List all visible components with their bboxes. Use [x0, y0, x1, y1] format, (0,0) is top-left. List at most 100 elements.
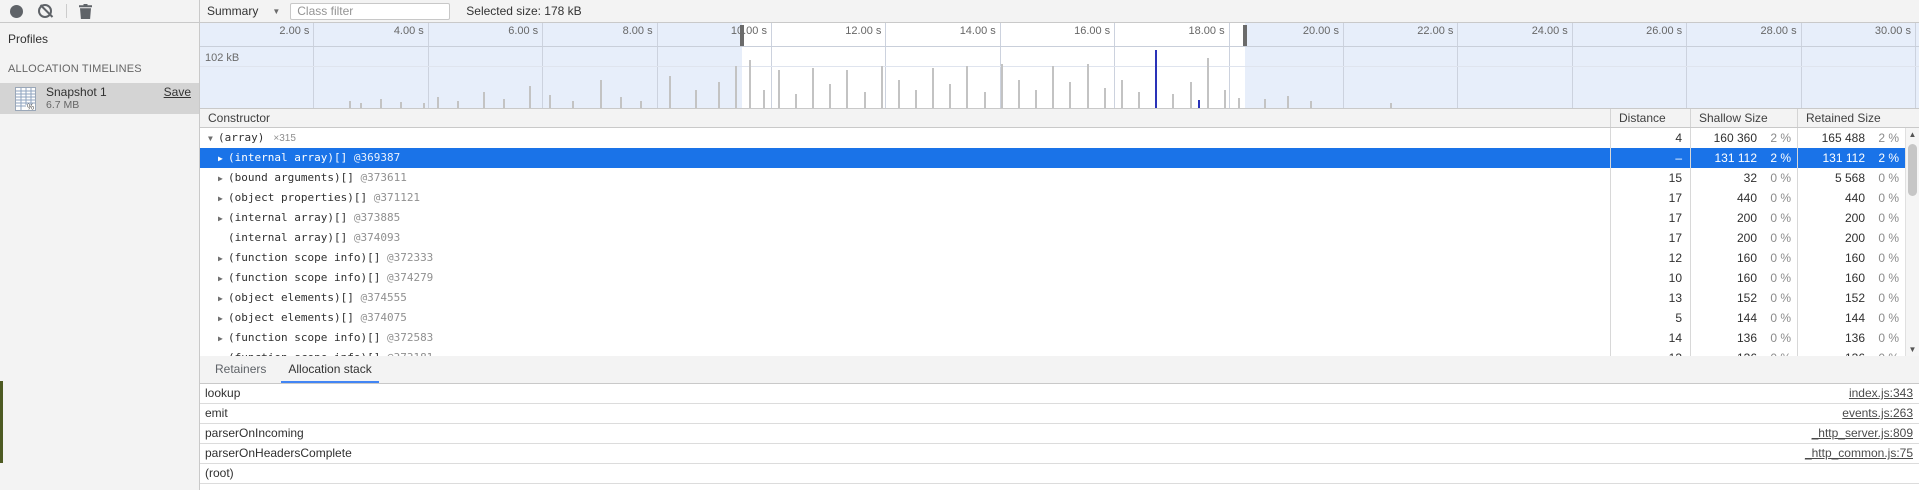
retained-size-value: 1360 % — [1797, 348, 1905, 356]
allocation-bar — [1035, 90, 1037, 108]
allocation-bar — [669, 76, 671, 108]
tree-collapsed-icon[interactable]: ▶ — [218, 309, 228, 329]
allocation-bar — [949, 84, 951, 108]
tree-collapsed-icon[interactable]: ▶ — [218, 169, 228, 189]
allocation-bar — [1121, 80, 1123, 108]
object-id: @369387 — [347, 151, 400, 164]
allocation-bar — [915, 90, 917, 108]
record-icon[interactable] — [10, 5, 23, 18]
save-link[interactable]: Save — [164, 85, 191, 99]
stack-frame-row[interactable]: emit events.js:263 — [200, 404, 1919, 424]
tab-retainers[interactable]: Retainers — [208, 356, 273, 383]
allocation-timeline-overview[interactable]: 2.00 s4.00 s6.00 s8.00 s10.00 s12.00 s14… — [200, 23, 1919, 108]
scroll-down-icon[interactable]: ▼ — [1906, 345, 1919, 354]
perspective-select[interactable]: Summary ▼ — [207, 4, 280, 18]
class-filter-input[interactable] — [290, 3, 450, 20]
stack-frame-function: parserOnHeadersComplete — [205, 446, 352, 460]
table-row[interactable]: ▶(function scope info)[] @372583141360 %… — [200, 328, 1905, 348]
trash-icon[interactable] — [79, 4, 92, 19]
retained-size-value: 1600 % — [1797, 268, 1905, 288]
ruler-bottom-line — [200, 46, 1919, 47]
timeline-tick-label: 2.00 s — [200, 25, 309, 37]
allocation-bar — [846, 70, 848, 108]
tab-allocation-stack[interactable]: Allocation stack — [281, 356, 378, 383]
allocation-bar — [549, 95, 551, 108]
source-location-link[interactable]: events.js:263 — [1842, 404, 1913, 423]
scroll-up-icon[interactable]: ▲ — [1906, 130, 1919, 139]
object-id: @374279 — [380, 271, 433, 284]
table-row[interactable]: ▶(function scope info)[] @373181131360 %… — [200, 348, 1905, 356]
allocation-bar — [620, 97, 622, 108]
timeline-tick-label: 24.00 s — [1458, 25, 1567, 37]
heap-object-table: Constructor Distance Shallow Size Retain… — [200, 108, 1919, 356]
allocation-bar — [1287, 96, 1289, 108]
table-row[interactable]: ▶(object properties)[] @371121174400 %44… — [200, 188, 1905, 208]
table-row[interactable]: ▼(array)×3154160 3602 %165 4882 % — [200, 128, 1905, 148]
constructor-name: (internal array)[] — [228, 231, 347, 244]
table-row[interactable]: ▶(object elements)[] @374555131520 %1520… — [200, 288, 1905, 308]
table-row[interactable]: ▶(bound arguments)[] @37361115320 %5 568… — [200, 168, 1905, 188]
timeline-tick-label: 16.00 s — [1001, 25, 1110, 37]
tree-collapsed-icon[interactable]: ▶ — [218, 249, 228, 269]
distance-value: 5 — [1610, 308, 1690, 328]
allocation-bar — [1190, 82, 1192, 108]
tree-collapsed-icon[interactable]: ▶ — [218, 149, 228, 169]
stack-frame-row[interactable]: parserOnIncoming_http_server.js:809 — [200, 424, 1919, 444]
distance-value: 10 — [1610, 268, 1690, 288]
column-header-shallow-size[interactable]: Shallow Size — [1690, 109, 1797, 127]
table-row[interactable]: ▶(object elements)[] @37407551440 %1440 … — [200, 308, 1905, 328]
svg-text:%: % — [27, 103, 34, 112]
tree-collapsed-icon[interactable]: ▶ — [218, 289, 228, 309]
stack-frame-row[interactable]: lookupindex.js:343 — [200, 384, 1919, 404]
sidebar: Profiles ALLOCATION TIMELINES % Snapshot… — [0, 23, 200, 490]
stack-frame-function: emit — [205, 406, 228, 420]
allocation-bar — [1310, 101, 1312, 108]
stack-frame-row[interactable]: (root) — [200, 464, 1919, 484]
tree-collapsed-icon[interactable]: ▶ — [218, 329, 228, 349]
toolbar: Summary ▼ Selected size: 178 kB — [0, 0, 1919, 23]
object-id: @372583 — [380, 331, 433, 344]
source-location-link[interactable]: _http_common.js:75 — [1805, 444, 1913, 463]
column-header-distance[interactable]: Distance — [1610, 109, 1690, 127]
shallow-size-value: 2000 % — [1690, 228, 1797, 248]
allocation-bar — [1207, 58, 1209, 108]
source-location-link[interactable]: _http_server.js:809 — [1812, 424, 1913, 443]
distance-value: 12 — [1610, 248, 1690, 268]
distance-value: 17 — [1610, 188, 1690, 208]
shallow-size-value: 1520 % — [1690, 288, 1797, 308]
screen-edge-artifact — [0, 381, 3, 463]
allocation-bar — [1238, 98, 1240, 108]
table-row[interactable]: (internal array)[] @374093172000 %2000 % — [200, 228, 1905, 248]
clear-icon[interactable] — [38, 4, 52, 18]
tree-collapsed-icon[interactable]: ▶ — [218, 269, 228, 289]
selection-handle-left[interactable] — [740, 25, 744, 46]
retained-size-value: 2000 % — [1797, 228, 1905, 248]
table-scrollbar[interactable]: ▲ ▼ — [1905, 128, 1919, 356]
allocation-bar — [380, 99, 382, 108]
column-header-constructor[interactable]: Constructor — [200, 109, 1610, 127]
tree-collapsed-icon[interactable]: ▶ — [218, 349, 228, 357]
column-header-retained-size[interactable]: Retained Size — [1797, 109, 1905, 127]
allocation-bar — [812, 68, 814, 108]
tree-expanded-icon[interactable]: ▼ — [208, 129, 218, 149]
table-row[interactable]: ▶(function scope info)[] @372333121600 %… — [200, 248, 1905, 268]
allocation-bar — [483, 92, 485, 108]
sidebar-item-snapshot-1[interactable]: % Snapshot 1 6.7 MB Save — [0, 83, 199, 114]
table-row[interactable]: ▶(internal array)[] @373885172000 %2000 … — [200, 208, 1905, 228]
table-body: ▼(array)×3154160 3602 %165 4882 %▶(inter… — [200, 128, 1905, 356]
scrollbar-thumb[interactable] — [1908, 144, 1917, 196]
source-location-link[interactable]: index.js:343 — [1849, 384, 1913, 403]
stack-frame-row[interactable]: parserOnHeadersComplete _http_common.js:7… — [200, 444, 1919, 464]
table-row[interactable]: ▶(internal array)[] @369387–131 1122 %13… — [200, 148, 1905, 168]
allocation-bar-highlighted — [1155, 50, 1157, 108]
constructor-name: (internal array)[] — [228, 151, 347, 164]
tree-collapsed-icon[interactable]: ▶ — [218, 209, 228, 229]
table-row[interactable]: ▶(function scope info)[] @374279101600 %… — [200, 268, 1905, 288]
allocation-bar — [932, 68, 934, 108]
selection-handle-right[interactable] — [1243, 25, 1247, 46]
allocation-bar — [437, 97, 439, 108]
tree-collapsed-icon[interactable]: ▶ — [218, 189, 228, 209]
allocation-bar — [749, 60, 751, 108]
timeline-tick-label: 28.00 s — [1687, 25, 1796, 37]
snapshot-title: Snapshot 1 — [46, 85, 107, 99]
